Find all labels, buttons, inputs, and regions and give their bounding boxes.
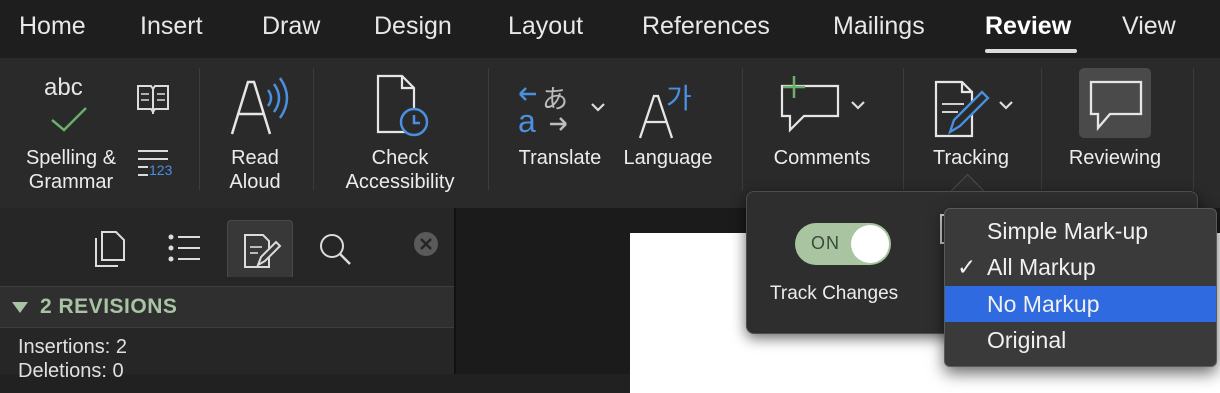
- checkmark-icon: ✓: [957, 254, 977, 280]
- tab-review[interactable]: Review: [985, 12, 1071, 41]
- insertions-count: Insertions: 2: [18, 336, 127, 358]
- tab-layout[interactable]: Layout: [508, 12, 583, 41]
- search-icon: [320, 234, 351, 265]
- tab-design[interactable]: Design: [374, 12, 452, 41]
- tab-home[interactable]: Home: [19, 12, 86, 41]
- document-clock-icon: [376, 74, 429, 137]
- spelling-label-line2: Grammar: [28, 171, 114, 193]
- language-label: Language: [623, 147, 713, 169]
- translate-icon: a あ: [518, 85, 605, 138]
- pane-tab-search[interactable]: [302, 220, 366, 276]
- pane-tab-outline[interactable]: [152, 220, 216, 276]
- language-icon: 가: [638, 82, 692, 139]
- word-count-number: 123: [149, 162, 173, 178]
- ribbon-separator: [313, 68, 314, 190]
- read-aloud-label-line1: Read: [231, 147, 279, 169]
- ribbon-separator: [1193, 68, 1194, 190]
- comments-button[interactable]: Comments: [762, 72, 882, 202]
- disclosure-triangle-icon[interactable]: [12, 302, 28, 313]
- toggle-knob: [851, 225, 889, 263]
- menu-item-simple-markup[interactable]: Simple Mark-up: [945, 213, 1216, 249]
- spelling-label-line1: Spelling &: [25, 147, 117, 169]
- menu-item-label: Simple Mark-up: [987, 218, 1149, 244]
- accessibility-label-line2: Accessibility: [345, 171, 455, 193]
- translate-label: Translate: [518, 147, 602, 169]
- close-pane-icon[interactable]: [413, 231, 439, 257]
- ribbon-separator: [488, 68, 489, 190]
- comments-label: Comments: [773, 147, 871, 169]
- accessibility-label-line1: Check: [371, 147, 429, 169]
- speech-bubble-icon: [1089, 80, 1143, 132]
- ribbon-separator: [199, 68, 200, 190]
- revisions-count-title: 2 REVISIONS: [40, 295, 178, 318]
- menu-item-label: All Markup: [987, 254, 1096, 280]
- reviewing-button[interactable]: Reviewing: [1058, 72, 1172, 202]
- toggle-state-label: ON: [811, 233, 840, 253]
- pane-tab-pages[interactable]: [78, 220, 142, 276]
- spelling-grammar-button[interactable]: abc Spelling & Grammar: [16, 72, 126, 202]
- ribbon-separator: [903, 68, 904, 190]
- active-tab-indicator: [985, 49, 1077, 53]
- language-button[interactable]: 가 Language: [616, 72, 720, 202]
- abc-checkmark-icon: abc: [44, 74, 83, 101]
- ribbon-tab-bar: Home Insert Draw Design Layout Reference…: [0, 0, 1220, 58]
- menu-item-original[interactable]: Original: [945, 322, 1216, 358]
- review-ribbon: abc Spelling & Grammar 123 Read Aloud Ch…: [0, 58, 1220, 208]
- new-comment-icon: [780, 76, 865, 133]
- pages-icon: [95, 231, 125, 267]
- track-changes-label: Track Changes: [770, 283, 899, 304]
- tab-insert[interactable]: Insert: [140, 12, 203, 41]
- document-pen-icon: [934, 80, 1013, 138]
- word-count-icon[interactable]: 123: [136, 148, 176, 182]
- ribbon-separator: [742, 68, 743, 190]
- reviewing-label: Reviewing: [1068, 147, 1162, 169]
- track-changes-toggle[interactable]: ON: [795, 223, 891, 265]
- revisions-header[interactable]: 2 REVISIONS: [0, 286, 455, 328]
- markup-dropdown-menu: Simple Mark-up ✓ All Markup No Markup Or…: [944, 208, 1217, 367]
- menu-item-all-markup[interactable]: ✓ All Markup: [945, 249, 1216, 285]
- tab-references[interactable]: References: [642, 12, 770, 41]
- list-icon: [168, 234, 200, 262]
- tab-draw[interactable]: Draw: [262, 12, 320, 41]
- tab-view[interactable]: View: [1122, 12, 1176, 41]
- tracking-label: Tracking: [933, 147, 1009, 169]
- checkmark-icon: [51, 107, 87, 132]
- menu-item-label: No Markup: [987, 291, 1100, 317]
- speaker-a-icon: [230, 77, 289, 135]
- read-aloud-button[interactable]: Read Aloud: [210, 72, 300, 202]
- check-accessibility-button[interactable]: Check Accessibility: [330, 72, 470, 202]
- translate-button[interactable]: a あ Translate: [508, 72, 612, 202]
- tab-mailings[interactable]: Mailings: [833, 12, 925, 41]
- menu-item-no-markup[interactable]: No Markup: [945, 286, 1216, 322]
- navigation-pane: 2 REVISIONS Insertions: 2 Deletions: 0: [0, 208, 455, 382]
- book-icon[interactable]: [136, 82, 170, 114]
- menu-item-label: Original: [987, 327, 1067, 353]
- svg-text:a: a: [518, 103, 536, 138]
- revisions-icon: [244, 234, 282, 268]
- svg-text:가: 가: [666, 82, 692, 115]
- svg-text:あ: あ: [542, 85, 568, 115]
- pane-tab-revisions[interactable]: [227, 220, 293, 277]
- ribbon-separator: [1041, 68, 1042, 190]
- deletions-count: Deletions: 0: [18, 360, 124, 382]
- read-aloud-label-line2: Aloud: [229, 171, 281, 193]
